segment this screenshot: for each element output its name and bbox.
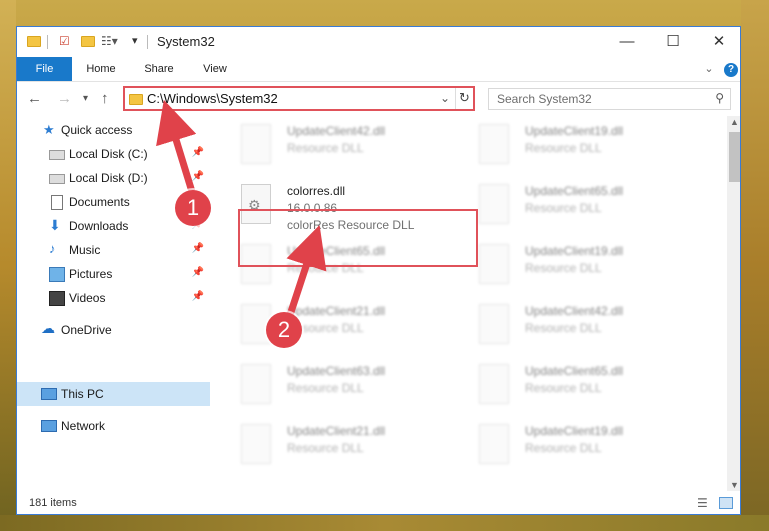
callout-1: 1 [175, 190, 211, 226]
arrow-1 [156, 99, 197, 197]
callout-2: 2 [266, 312, 302, 348]
annotation-arrows [156, 99, 327, 317]
arrow-2 [286, 225, 327, 317]
